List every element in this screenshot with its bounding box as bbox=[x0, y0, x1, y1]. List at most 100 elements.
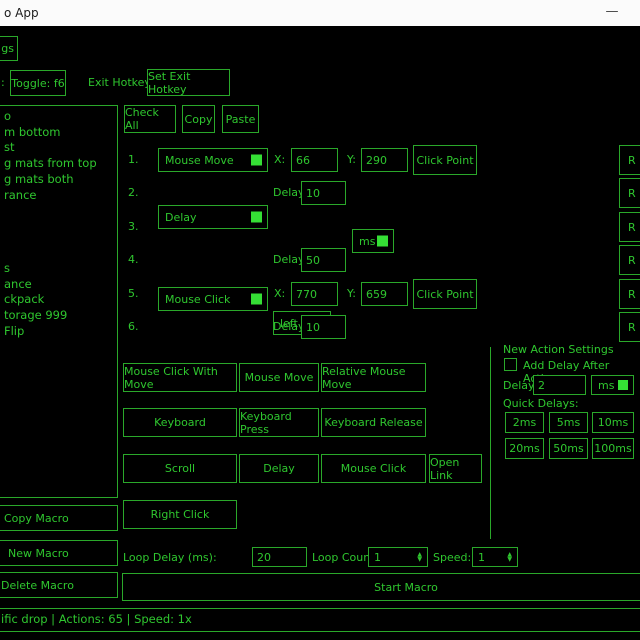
remove-action-button[interactable]: R bbox=[619, 178, 640, 208]
action-type-value: Mouse Click bbox=[165, 293, 230, 306]
macro-list[interactable]: o m bottom st g mats from top g mats bot… bbox=[0, 105, 118, 498]
list-item[interactable]: rance bbox=[0, 188, 117, 204]
list-item[interactable]: torage 999 bbox=[0, 308, 117, 324]
list-item[interactable]: m bottom bbox=[0, 125, 117, 141]
quick-delay-2ms-button[interactable]: 2ms bbox=[505, 412, 544, 433]
new-macro-button[interactable]: New Macro bbox=[0, 540, 118, 566]
client-area: gs : Toggle: f6 Exit Hotkey: Set Exit Ho… bbox=[0, 26, 640, 640]
open-link-label: Open Link bbox=[430, 456, 481, 482]
click-point-label: Click Point bbox=[416, 154, 473, 167]
dropdown-indicator-icon bbox=[251, 294, 262, 305]
scroll-button[interactable]: Scroll bbox=[123, 454, 237, 483]
dropdown-indicator-icon bbox=[251, 212, 262, 223]
list-item[interactable]: ance bbox=[0, 277, 117, 293]
loop-delay-input[interactable] bbox=[252, 547, 307, 567]
delay-unit-dropdown[interactable]: ms bbox=[352, 229, 394, 253]
x-coordinate-input[interactable] bbox=[291, 282, 338, 306]
list-item[interactable]: ckpack bbox=[0, 292, 117, 308]
copy-button[interactable]: Copy bbox=[182, 105, 215, 133]
macro-list-group-top: o m bottom st g mats from top g mats bot… bbox=[0, 109, 117, 203]
stepper-arrows[interactable]: ▲ ▼ bbox=[507, 552, 513, 562]
check-all-button[interactable]: Check All bbox=[124, 105, 176, 133]
relative-mouse-move-button[interactable]: Relative Mouse Move bbox=[321, 363, 426, 392]
speed-label: Speed: bbox=[433, 551, 471, 564]
keyboard-press-button[interactable]: Keyboard Press bbox=[239, 408, 319, 437]
dropdown-indicator-icon bbox=[377, 236, 388, 247]
keyboard-button[interactable]: Keyboard bbox=[123, 408, 237, 437]
remove-action-button[interactable]: R bbox=[619, 279, 640, 309]
delay-input[interactable] bbox=[301, 181, 346, 205]
copy-macro-button[interactable]: Copy Macro bbox=[0, 505, 118, 531]
delay-button[interactable]: Delay bbox=[239, 454, 319, 483]
speed-stepper[interactable]: 1 ▲ ▼ bbox=[472, 547, 518, 567]
quick-delay-50ms-button[interactable]: 50ms bbox=[549, 438, 588, 459]
start-macro-button[interactable]: Start Macro bbox=[122, 573, 640, 601]
quick-delay-20ms-button[interactable]: 20ms bbox=[505, 438, 544, 459]
action-rows-viewport[interactable]: 1. Mouse Move X: Y: Click Point R 2. Del… bbox=[118, 140, 640, 342]
action-type-dropdown[interactable]: Mouse Move bbox=[158, 148, 268, 172]
list-item[interactable]: s bbox=[0, 261, 117, 277]
action-row-number: 5. bbox=[128, 287, 139, 300]
mouse-move-button[interactable]: Mouse Move bbox=[239, 363, 319, 392]
list-item[interactable]: st bbox=[0, 140, 117, 156]
tab-settings[interactable]: gs bbox=[0, 36, 18, 61]
quick-delays-label: Quick Delays: bbox=[503, 397, 579, 410]
y-coordinate-input[interactable] bbox=[361, 148, 408, 172]
list-item[interactable]: Flip bbox=[0, 324, 117, 340]
dropdown-indicator-icon bbox=[618, 380, 628, 390]
remove-action-button[interactable]: R bbox=[619, 145, 640, 175]
list-item[interactable]: g mats from top bbox=[0, 156, 117, 172]
add-delay-checkbox[interactable] bbox=[504, 358, 517, 371]
paste-button[interactable]: Paste bbox=[222, 105, 259, 133]
toggle-hotkey-button[interactable]: Toggle: f6 bbox=[10, 70, 66, 96]
dropdown-indicator-icon bbox=[251, 155, 262, 166]
set-exit-hotkey-button[interactable]: Set Exit Hotkey bbox=[147, 69, 230, 96]
new-action-unit-dropdown[interactable]: ms bbox=[591, 375, 634, 395]
quick-delay-10ms-button[interactable]: 10ms bbox=[592, 412, 634, 433]
loop-count-value: 1 bbox=[373, 551, 381, 564]
quick-delay-100ms-button[interactable]: 100ms bbox=[592, 438, 634, 459]
action-type-value: Delay bbox=[165, 211, 197, 224]
action-row-number: 2. bbox=[128, 186, 139, 199]
quick-delay-5ms-button[interactable]: 5ms bbox=[549, 412, 588, 433]
copy-label: Copy bbox=[185, 113, 213, 126]
x-coordinate-input[interactable] bbox=[291, 148, 338, 172]
delay-input[interactable] bbox=[301, 315, 346, 339]
loop-count-stepper[interactable]: 1 ▲ ▼ bbox=[368, 547, 428, 567]
open-link-button[interactable]: Open Link bbox=[429, 454, 482, 483]
right-click-label: Right Click bbox=[151, 508, 210, 521]
action-type-dropdown[interactable]: Delay bbox=[158, 205, 268, 229]
click-point-button[interactable]: Click Point bbox=[413, 145, 477, 175]
click-point-button[interactable]: Click Point bbox=[413, 279, 477, 309]
remove-action-button[interactable]: R bbox=[619, 312, 640, 342]
delete-macro-button[interactable]: Delete Macro bbox=[0, 572, 118, 598]
minimize-button[interactable]: — bbox=[598, 0, 626, 26]
mouse-click-with-move-label: Mouse Click With Move bbox=[124, 365, 236, 391]
quick-delay-label: 50ms bbox=[553, 442, 583, 455]
remove-action-button[interactable]: R bbox=[619, 212, 640, 242]
action-row-number: 6. bbox=[128, 320, 139, 333]
hotkey-label-fragment: : bbox=[1, 76, 5, 89]
mouse-click-with-move-button[interactable]: Mouse Click With Move bbox=[123, 363, 237, 392]
list-item[interactable]: g mats both bbox=[0, 172, 117, 188]
remove-label: R bbox=[628, 187, 636, 200]
new-action-delay-input[interactable] bbox=[533, 375, 586, 395]
window-title: o App bbox=[4, 0, 39, 26]
quick-delay-label: 100ms bbox=[594, 442, 631, 455]
action-type-dropdown[interactable]: Mouse Click bbox=[158, 287, 268, 311]
stepper-arrows[interactable]: ▲ ▼ bbox=[417, 552, 423, 562]
list-item[interactable]: o bbox=[0, 109, 117, 125]
title-bar: o App — bbox=[0, 0, 640, 26]
exit-hotkey-label: Exit Hotkey: bbox=[88, 76, 154, 89]
right-click-button[interactable]: Right Click bbox=[123, 500, 237, 529]
y-label: Y: bbox=[347, 287, 356, 300]
delay-input[interactable] bbox=[301, 248, 346, 272]
spin-down-icon[interactable]: ▼ bbox=[507, 557, 512, 562]
y-coordinate-input[interactable] bbox=[361, 282, 408, 306]
check-all-label: Check All bbox=[125, 106, 175, 132]
spin-down-icon[interactable]: ▼ bbox=[417, 557, 422, 562]
mouse-click-button[interactable]: Mouse Click bbox=[321, 454, 426, 483]
remove-action-button[interactable]: R bbox=[619, 245, 640, 275]
keyboard-release-button[interactable]: Keyboard Release bbox=[321, 408, 426, 437]
relative-mouse-move-label: Relative Mouse Move bbox=[322, 365, 425, 391]
